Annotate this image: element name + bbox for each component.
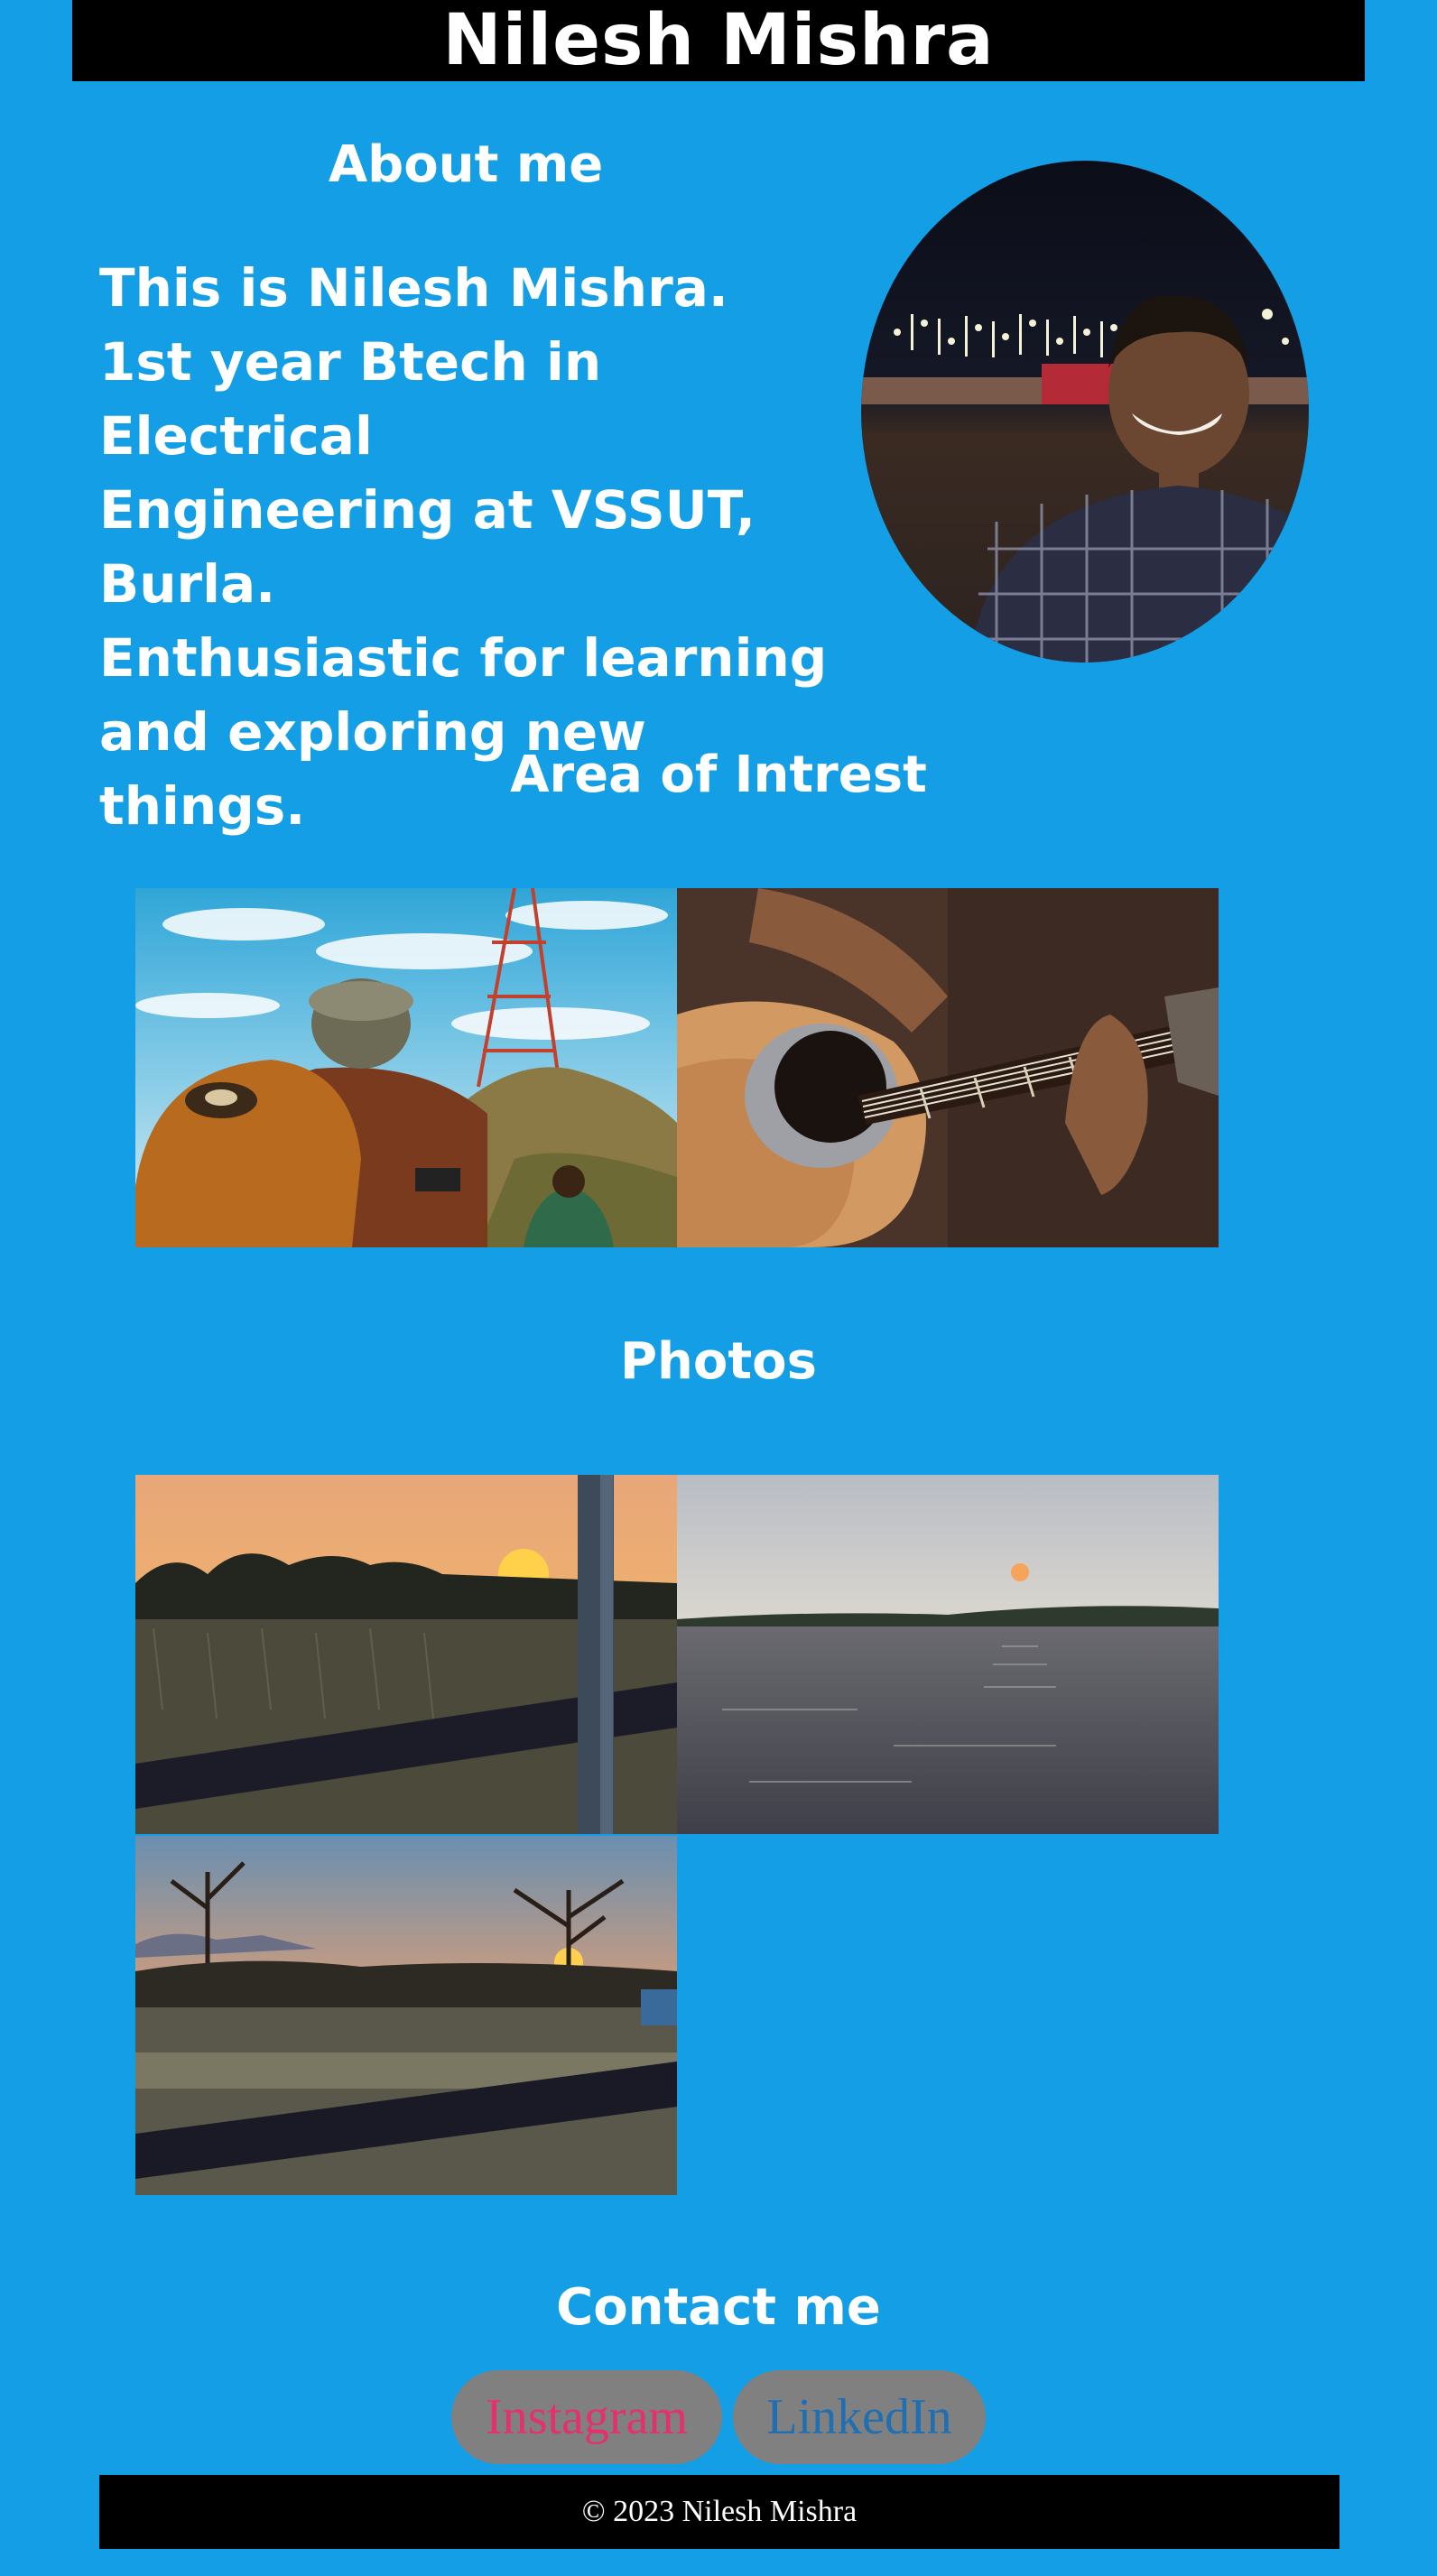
gallery-photo-sunset-trees	[135, 1836, 677, 2195]
site-footer: © 2023 Nilesh Mishra	[99, 2475, 1340, 2549]
interest-heading: Area of Intrest	[510, 746, 927, 804]
about-heading: About me	[328, 135, 604, 194]
site-header: Nilesh Mishra	[72, 0, 1365, 81]
instagram-button[interactable]: Instagram	[451, 2370, 722, 2464]
site-title: Nilesh Mishra	[442, 0, 995, 81]
photos-heading: Photos	[620, 1332, 817, 1391]
profile-photo	[861, 161, 1309, 663]
interest-photo-guitar	[677, 888, 1219, 1247]
linkedin-button[interactable]: LinkedIn	[733, 2370, 986, 2464]
interest-photo-trekking	[135, 888, 677, 1247]
gallery-photo-river	[677, 1475, 1219, 1834]
contact-heading: Contact me	[556, 2278, 881, 2337]
gallery-photo-sunset-field	[135, 1475, 677, 1834]
